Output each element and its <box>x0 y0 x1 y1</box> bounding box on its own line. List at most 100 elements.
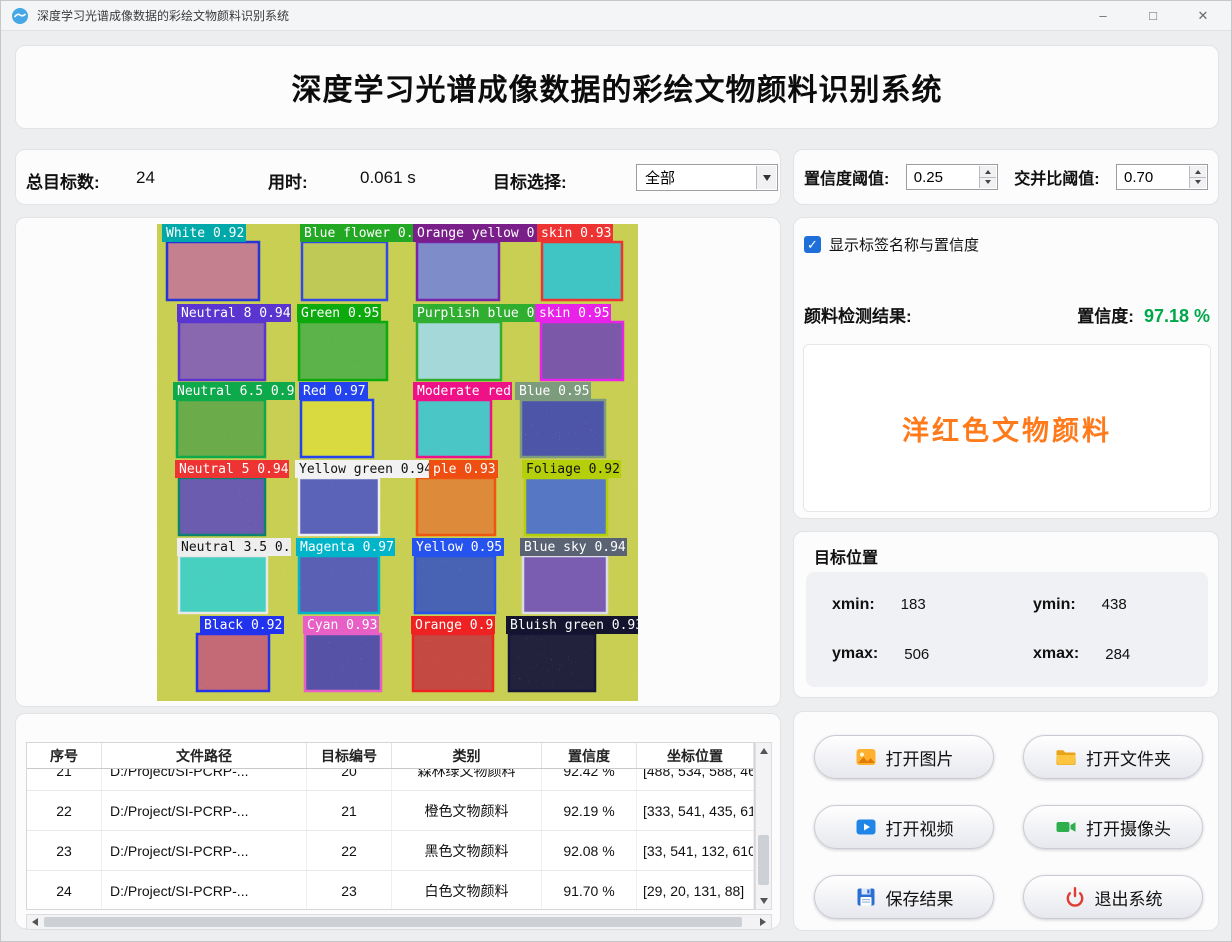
pigment-patch <box>177 400 265 457</box>
page-title: 深度学习光谱成像数据的彩绘文物颜料识别系统 <box>292 65 943 109</box>
scroll-right-icon[interactable] <box>755 915 771 929</box>
save-results-button[interactable]: 保存结果 <box>814 875 994 919</box>
app-window: 深度学习光谱成像数据的彩绘文物颜料识别系统 – □ ✕ 深度学习光谱成像数据的彩… <box>0 0 1232 942</box>
pigment-patch <box>413 634 493 691</box>
xmin-value: 183 <box>901 596 926 613</box>
save-icon <box>855 886 877 908</box>
scroll-down-icon[interactable] <box>756 893 771 909</box>
table-row[interactable]: 24D:/Project/SI-PCRP-...23白色文物颜料91.70 %[… <box>27 871 754 910</box>
detection-label: Black 0.92 <box>204 618 282 633</box>
table-header: 序号文件路径目标编号类别置信度坐标位置 <box>27 743 754 769</box>
pigment-patch <box>299 556 379 613</box>
target-select-value: 全部 <box>645 167 675 188</box>
table-cell: 23 <box>307 871 392 910</box>
table-cell: 22 <box>27 791 102 830</box>
ymin-label: ymin: <box>1033 596 1076 614</box>
camera-icon <box>1055 816 1077 838</box>
pigment-patch <box>197 634 269 691</box>
chevron-down-icon[interactable] <box>756 166 776 189</box>
pigment-patch <box>179 478 265 535</box>
total-targets-value: 24 <box>136 168 155 188</box>
toolbar-left: 总目标数: 24 用时: 0.061 s 目标选择: 全部 <box>15 149 781 205</box>
scroll-up-icon[interactable] <box>756 743 771 759</box>
confidence-threshold-label: 置信度阈值: <box>804 165 889 189</box>
position-title: 目标位置 <box>814 544 878 568</box>
column-header[interactable]: 置信度 <box>542 743 637 768</box>
column-header[interactable]: 坐标位置 <box>637 743 754 768</box>
result-label: 颜料检测结果: <box>804 302 912 327</box>
target-select-dropdown[interactable]: 全部 <box>636 164 778 191</box>
scroll-left-icon[interactable] <box>27 915 43 929</box>
table-vertical-scrollbar[interactable] <box>755 742 772 910</box>
xmin-label: xmin: <box>832 596 875 614</box>
results-table-panel: 序号文件路径目标编号类别置信度坐标位置 21D:/Project/SI-PCRP… <box>15 713 781 929</box>
horizontal-scroll-thumb[interactable] <box>44 917 742 927</box>
vertical-scroll-thumb[interactable] <box>758 835 769 885</box>
table-cell: 23 <box>27 831 102 870</box>
pigment-patch <box>542 242 622 300</box>
labels-checkbox-label: 显示标签名称与置信度 <box>829 234 979 255</box>
open-camera-button[interactable]: 打开摄像头 <box>1023 805 1203 849</box>
table-cell: D:/Project/SI-PCRP-... <box>102 831 307 870</box>
pigment-patch <box>417 400 491 457</box>
table-cell: 91.70 % <box>542 871 637 910</box>
maximize-button[interactable]: □ <box>1139 5 1167 27</box>
pigment-patch <box>179 556 267 613</box>
column-header[interactable]: 文件路径 <box>102 743 307 768</box>
spin-down-icon[interactable] <box>1189 177 1206 189</box>
detection-label: Neutral 8 0.94 <box>181 306 291 321</box>
titlebar: 深度学习光谱成像数据的彩绘文物颜料识别系统 – □ ✕ <box>1 1 1232 31</box>
exit-system-button[interactable]: 退出系统 <box>1023 875 1203 919</box>
ymax-value: 506 <box>904 646 929 663</box>
labels-checkbox[interactable] <box>804 236 821 253</box>
spin-down-icon[interactable] <box>979 177 996 189</box>
table-horizontal-scrollbar[interactable] <box>26 914 772 930</box>
column-header[interactable]: 序号 <box>27 743 102 768</box>
open-image-button[interactable]: 打开图片 <box>814 735 994 779</box>
detection-label: ple 0.93 <box>433 462 496 477</box>
confidence-label: 置信度: <box>1077 302 1134 327</box>
pigment-patch <box>167 242 259 300</box>
xmax-label: xmax: <box>1033 645 1079 663</box>
elapsed-time-label: 用时: <box>268 168 308 193</box>
column-header[interactable]: 类别 <box>392 743 542 768</box>
detection-label: Blue flower 0.9 <box>304 226 421 241</box>
iou-threshold-value: 0.70 <box>1124 169 1153 186</box>
confidence-threshold-spinbox[interactable]: 0.25 <box>906 164 998 190</box>
table-cell: 92.19 % <box>542 791 637 830</box>
spin-up-icon[interactable] <box>1189 166 1206 177</box>
exit-system-label: 退出系统 <box>1095 885 1163 910</box>
table-cell: 橙色文物颜料 <box>392 791 542 830</box>
table-row[interactable]: 23D:/Project/SI-PCRP-...22黑色文物颜料92.08 %[… <box>27 831 754 871</box>
close-button[interactable]: ✕ <box>1189 5 1217 27</box>
open-folder-button[interactable]: 打开文件夹 <box>1023 735 1203 779</box>
table-cell: D:/Project/SI-PCRP-... <box>102 791 307 830</box>
open-folder-label: 打开文件夹 <box>1086 745 1171 770</box>
minimize-button[interactable]: – <box>1089 5 1117 27</box>
power-icon <box>1064 886 1086 908</box>
target-select-label: 目标选择: <box>493 168 567 193</box>
detection-label: Yellow green 0.94 <box>299 462 432 477</box>
pigment-patch <box>417 478 495 535</box>
result-box: 洋红色文物颜料 <box>803 344 1211 512</box>
open-video-button[interactable]: 打开视频 <box>814 805 994 849</box>
save-results-label: 保存结果 <box>886 885 954 910</box>
detection-label: Bluish green 0.93 <box>510 618 638 633</box>
app-logo-icon <box>11 7 29 25</box>
spin-up-icon[interactable] <box>979 166 996 177</box>
column-header[interactable]: 目标编号 <box>307 743 392 768</box>
detection-label: Magenta 0.97 <box>300 540 394 555</box>
table-row[interactable]: 22D:/Project/SI-PCRP-...21橙色文物颜料92.19 %[… <box>27 791 754 831</box>
pigment-patch <box>509 634 595 691</box>
confidence-threshold-value: 0.25 <box>914 169 943 186</box>
detection-label: Neutral 5 0.94 <box>179 462 289 477</box>
detection-image: White 0.92Blue flower 0.9Orange yellow 0… <box>157 224 638 701</box>
detection-label: Moderate red <box>417 384 511 399</box>
actions-panel: 打开图片 打开文件夹 打开视频 打开摄像头 <box>793 711 1219 931</box>
iou-threshold-label: 交并比阈值: <box>1014 165 1099 189</box>
open-camera-label: 打开摄像头 <box>1086 815 1171 840</box>
iou-threshold-spinbox[interactable]: 0.70 <box>1116 164 1208 190</box>
position-values-box: xmin: 183 ymin: 438 ymax: 506 xmax: 284 <box>806 572 1208 687</box>
detection-label: Blue 0.95 <box>519 384 589 399</box>
confidence-value: 97.18 % <box>1144 306 1210 327</box>
